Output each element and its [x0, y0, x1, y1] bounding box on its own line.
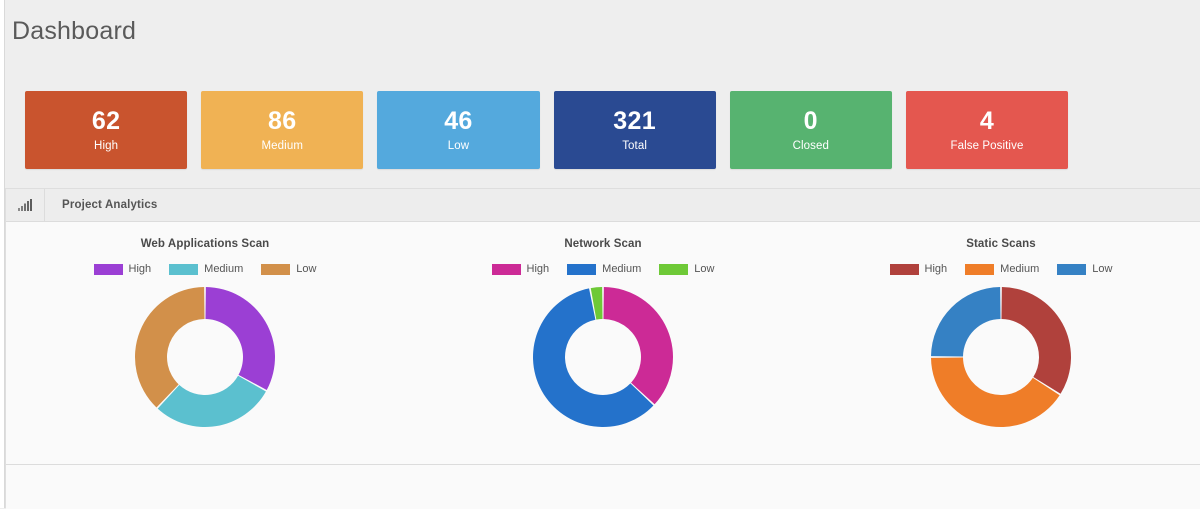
stat-card-medium[interactable]: 86 Medium — [201, 91, 364, 169]
donut-chart — [133, 285, 277, 429]
bar-chart-icon — [6, 189, 45, 221]
donut-slice-high[interactable] — [205, 287, 275, 390]
stat-card-label: High — [94, 139, 119, 152]
legend-entry-low[interactable]: Low — [659, 263, 714, 275]
donut-slice-high[interactable] — [1001, 287, 1071, 394]
legend-label: Low — [296, 263, 317, 275]
donut-slice-high[interactable] — [603, 287, 673, 405]
legend-swatch-icon — [1057, 263, 1087, 275]
chart-legend: High Medium Low — [889, 263, 1112, 275]
chart-title: Web Applications Scan — [140, 238, 270, 250]
stat-card-value: 86 — [268, 107, 297, 136]
stat-card-high[interactable]: 62 High — [25, 91, 188, 169]
stat-card-closed[interactable]: 0 Closed — [729, 91, 892, 169]
donut-chart — [531, 285, 675, 429]
donut-slice-low[interactable] — [135, 287, 205, 408]
donut-chart — [929, 285, 1073, 429]
panel-header: Project Analytics — [6, 189, 1200, 222]
legend-swatch-icon — [567, 263, 597, 275]
chart-title: Network Scan — [564, 238, 642, 250]
legend-swatch-icon — [889, 263, 919, 275]
legend-label: Low — [694, 263, 715, 275]
legend-label: High — [128, 263, 152, 275]
legend-label: High — [924, 263, 948, 275]
legend-entry-low[interactable]: Low — [1057, 263, 1112, 275]
stat-card-low[interactable]: 46 Low — [377, 91, 540, 169]
chart-legend: High Medium Low — [93, 263, 316, 275]
legend-entry-medium[interactable]: Medium — [169, 263, 243, 275]
legend-entry-low[interactable]: Low — [261, 263, 316, 275]
stat-card-label: Low — [447, 139, 470, 152]
chart-title: Static Scans — [966, 238, 1036, 250]
legend-label: High — [526, 263, 550, 275]
legend-entry-high[interactable]: High — [491, 263, 550, 275]
panel-footer — [6, 465, 1200, 509]
legend-swatch-icon — [261, 263, 291, 275]
legend-swatch-icon — [93, 263, 123, 275]
legend-entry-high[interactable]: High — [93, 263, 152, 275]
legend-label: Medium — [204, 263, 244, 275]
legend-swatch-icon — [491, 263, 521, 275]
stat-card-label: Total — [622, 139, 647, 152]
legend-swatch-icon — [169, 263, 199, 275]
donut-slice-low[interactable] — [931, 287, 1001, 357]
legend-entry-medium[interactable]: Medium — [567, 263, 641, 275]
legend-label: Medium — [1000, 263, 1040, 275]
stat-card-label: False Positive — [950, 139, 1024, 152]
charts-body: Web Applications Scan High Medium Low Networ… — [6, 222, 1200, 465]
legend-label: Medium — [602, 263, 642, 275]
legend-label: Low — [1092, 263, 1113, 275]
stat-card-value: 4 — [979, 107, 995, 136]
stat-card-value: 321 — [613, 107, 656, 136]
stat-card-label: Medium — [261, 139, 304, 152]
page-title: Dashboard — [12, 17, 137, 45]
stat-cards-row: 62 High 86 Medium 46 Low 321 Total 0 Closed 4 False… — [25, 91, 1069, 169]
legend-swatch-icon — [659, 263, 689, 275]
chart-block-static-scans: Static Scans High Medium Low — [802, 222, 1200, 464]
panel-title: Project Analytics — [62, 199, 158, 211]
legend-swatch-icon — [965, 263, 995, 275]
stat-card-false-positive[interactable]: 4 False Positive — [905, 91, 1069, 169]
chart-block-web-applications-scan: Web Applications Scan High Medium Low — [6, 222, 404, 464]
chart-block-network-scan: Network Scan High Medium Low — [404, 222, 802, 464]
stat-card-total[interactable]: 321 Total — [553, 91, 716, 169]
legend-entry-medium[interactable]: Medium — [965, 263, 1039, 275]
analytics-panel: Project Analytics Web Applications Scan H… — [5, 188, 1200, 509]
stat-card-value: 62 — [91, 107, 121, 136]
legend-entry-high[interactable]: High — [889, 263, 948, 275]
chart-legend: High Medium Low — [491, 263, 714, 275]
stat-card-label: Closed — [792, 139, 829, 152]
stat-card-value: 46 — [444, 107, 473, 136]
stat-card-value: 0 — [803, 107, 818, 136]
